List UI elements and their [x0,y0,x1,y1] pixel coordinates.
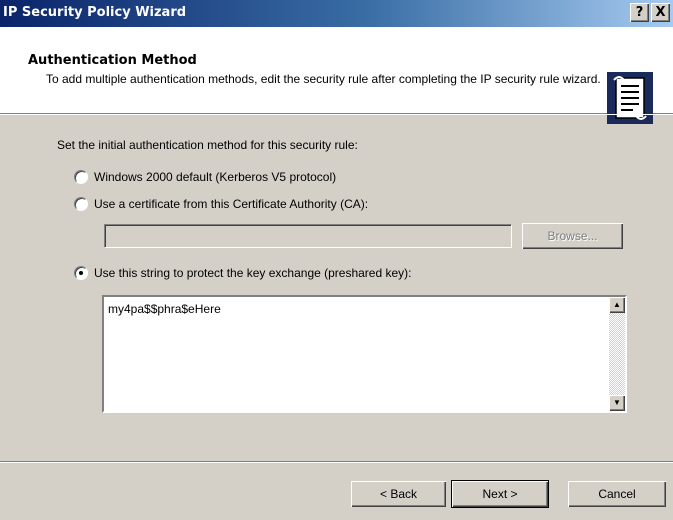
cancel-button[interactable]: Cancel [568,481,666,507]
page-subtitle: To add multiple authentication methods, … [46,72,601,86]
ca-field [104,224,512,248]
browse-button: Browse... [522,223,623,249]
radio-kerberos-label[interactable]: Windows 2000 default (Kerberos V5 protoc… [94,170,336,184]
radio-certificate-circle[interactable] [74,197,88,211]
radio-selected-dot [79,271,83,275]
help-button[interactable]: ? [630,3,649,22]
policy-scroll-icon [607,72,653,124]
footer-separator-highlight [0,462,673,463]
radio-preshared-label[interactable]: Use this string to protect the key excha… [94,266,412,280]
preshared-key-text[interactable]: my4pa$$phra$eHere [108,302,221,316]
vertical-scrollbar[interactable]: ▲ ▼ [609,297,625,411]
radio-certificate-label[interactable]: Use a certificate from this Certificate … [94,197,368,211]
wizard-header: Authentication Method To add multiple au… [0,27,673,124]
header-separator [0,114,673,115]
radio-preshared-circle[interactable] [74,266,88,280]
window-title: IP Security Policy Wizard [3,5,187,20]
next-button[interactable]: Next > [452,481,548,507]
page-title: Authentication Method [28,53,197,68]
instruction-text: Set the initial authentication method fo… [57,138,358,152]
preshared-key-field[interactable]: my4pa$$phra$eHere ▲ ▼ [102,295,627,413]
close-button[interactable]: X [651,3,670,22]
back-button[interactable]: < Back [351,481,446,507]
scroll-up-icon[interactable]: ▲ [609,297,625,313]
scroll-down-icon[interactable]: ▼ [609,395,625,411]
title-bar: IP Security Policy Wizard ? X [0,0,673,27]
radio-kerberos-circle[interactable] [74,170,88,184]
